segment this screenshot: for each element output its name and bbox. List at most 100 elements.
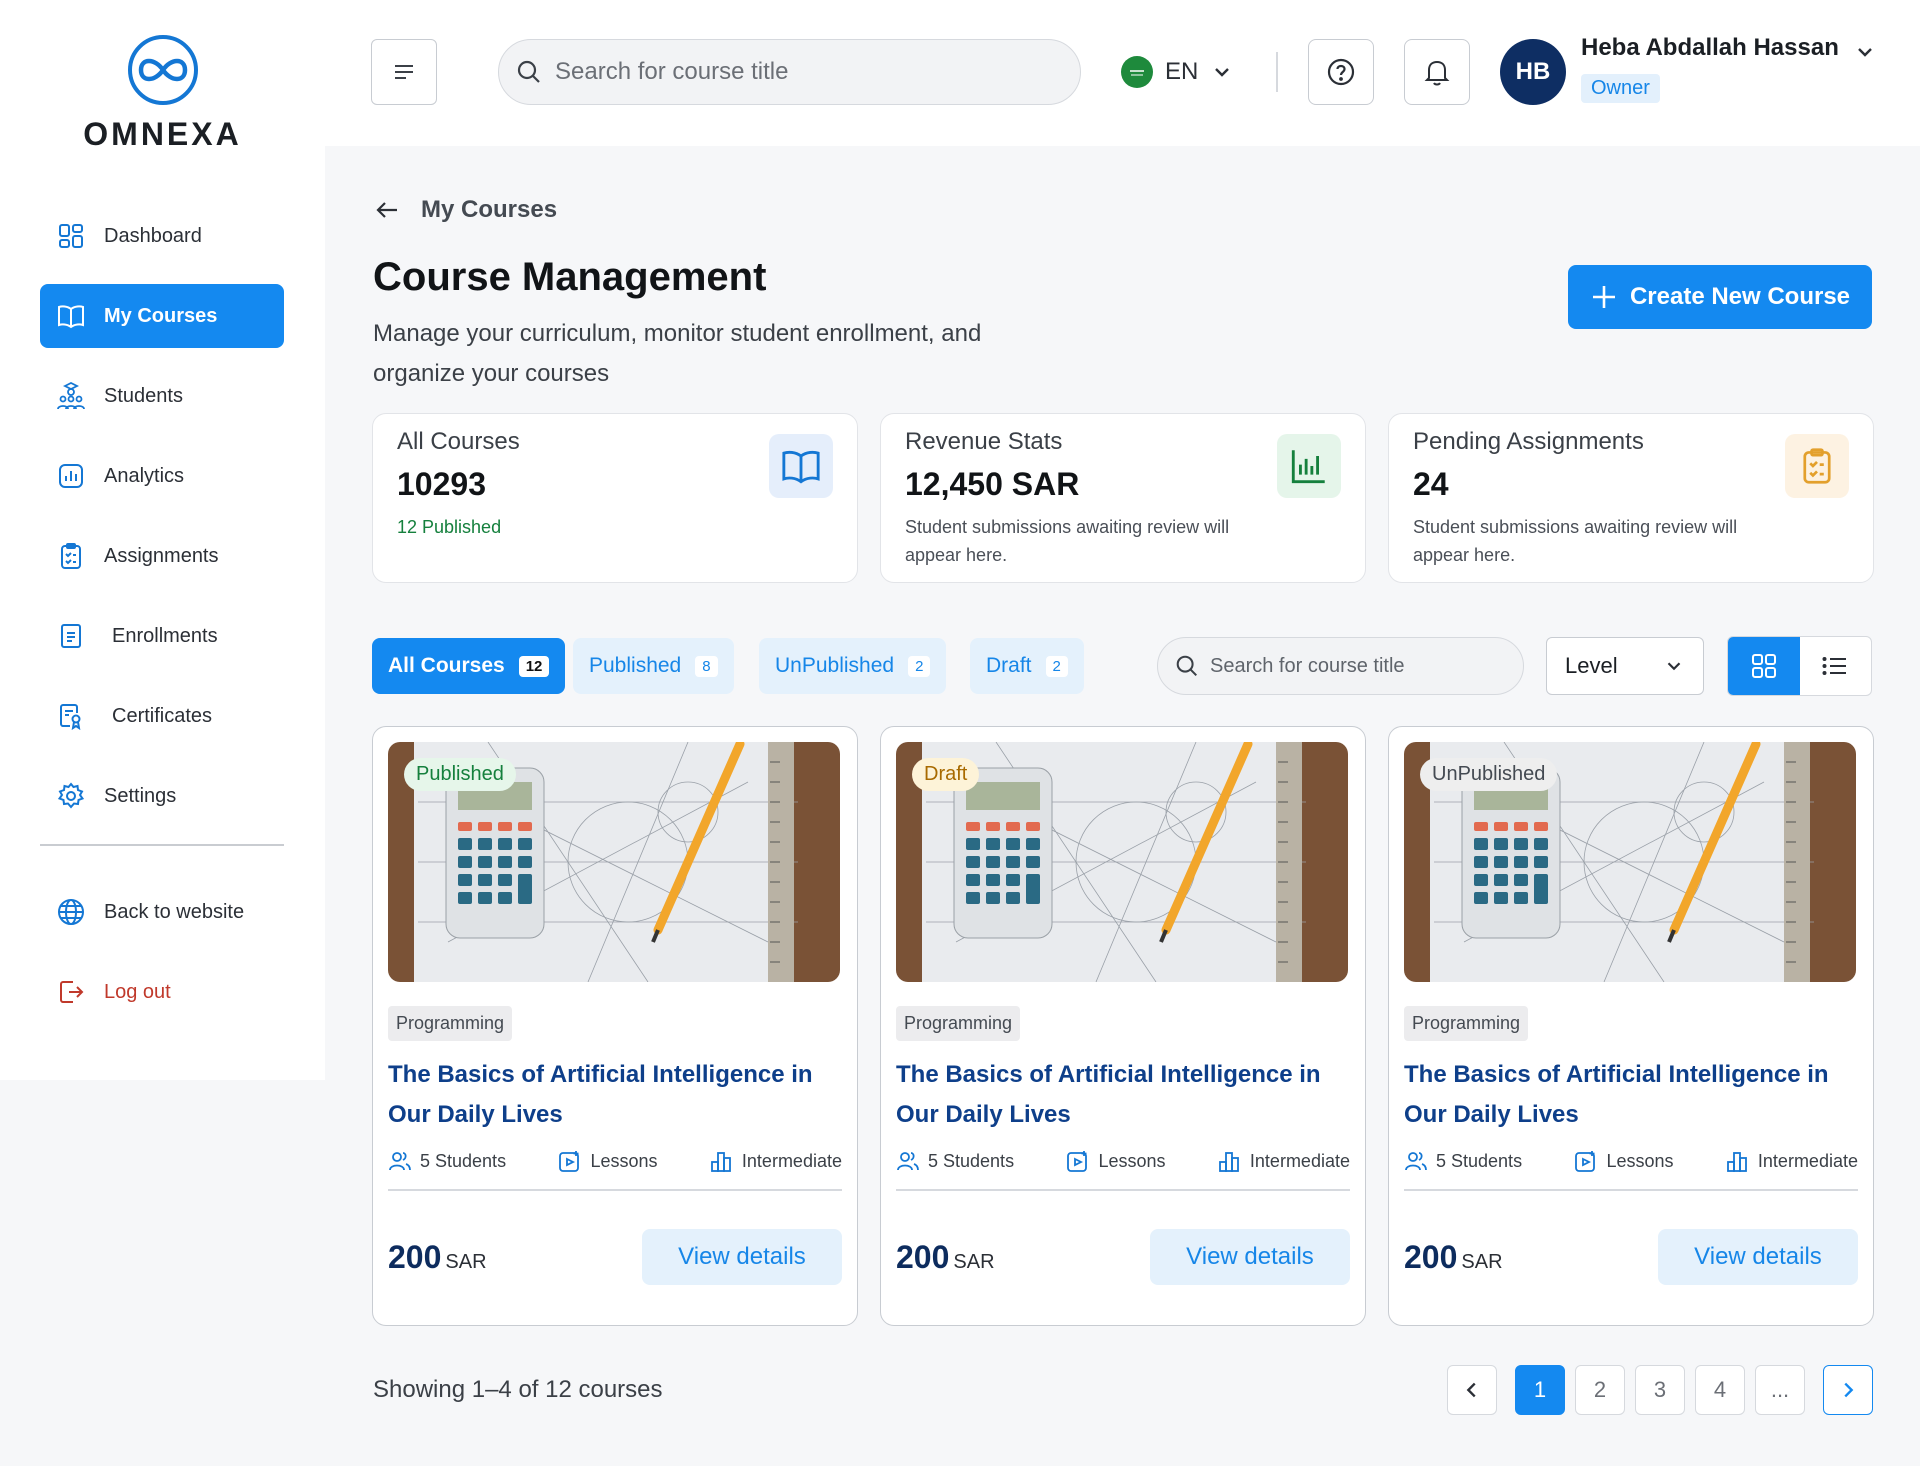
sidebar-item-my-courses[interactable]: My Courses	[40, 284, 284, 348]
bar-chart-icon	[1277, 434, 1341, 498]
sidebar: OMNEXA Dashboard My Courses Students Ana…	[0, 0, 325, 1080]
list-view-button[interactable]	[1800, 637, 1872, 695]
course-card[interactable]: UnPublished Programming The Basics of Ar…	[1388, 726, 1874, 1326]
course-card[interactable]: Published Programming The Basics of Arti…	[372, 726, 858, 1326]
top-search-bar[interactable]	[498, 39, 1081, 105]
view-details-button[interactable]: View details	[1658, 1229, 1858, 1285]
grid-view-button[interactable]	[1728, 637, 1800, 695]
course-price: 200 SAR	[388, 1239, 487, 1276]
prev-page-button[interactable]	[1447, 1365, 1497, 1415]
level-indicator: Intermediate	[1726, 1149, 1858, 1173]
help-icon	[1327, 58, 1355, 86]
bell-icon	[1424, 60, 1450, 86]
course-thumbnail: Draft	[896, 742, 1348, 982]
course-meta: 5 Students Lessons Intermediate	[896, 1149, 1350, 1191]
students-icon	[56, 381, 86, 411]
tab-published[interactable]: Published 8	[573, 638, 734, 694]
course-card[interactable]: Draft Programming The Basics of Artifici…	[880, 726, 1366, 1326]
level-indicator: Intermediate	[710, 1149, 842, 1173]
tab-unpublished[interactable]: UnPublished 2	[759, 638, 947, 694]
level-bars-icon	[1219, 1152, 1239, 1172]
brand-logo[interactable]: OMNEXA	[60, 34, 265, 153]
sidebar-item-analytics[interactable]: Analytics	[40, 444, 284, 508]
create-course-button[interactable]: Create New Course	[1568, 265, 1872, 329]
plus-icon	[1592, 286, 1615, 308]
tab-all-courses[interactable]: All Courses 12	[372, 638, 566, 694]
stat-label: Pending Assignments	[1413, 428, 1644, 455]
user-role-badge: Owner	[1581, 74, 1660, 103]
course-title[interactable]: The Basics of Artificial Intelligence in…	[896, 1055, 1336, 1135]
course-search-bar[interactable]	[1157, 637, 1524, 695]
status-badge: Published	[404, 758, 516, 791]
sidebar-item-label: Enrollments	[112, 624, 218, 647]
price-amount: 200	[388, 1238, 442, 1275]
lessons-label: Lessons	[1098, 1150, 1166, 1171]
saudi-flag-icon	[1121, 56, 1153, 88]
price-currency: SAR	[1461, 1250, 1503, 1273]
pagination: 1 2 3 4 ...	[1447, 1365, 1873, 1415]
users-icon	[389, 1152, 411, 1171]
tab-label: UnPublished	[775, 654, 895, 677]
lessons-count: Lessons	[1574, 1149, 1674, 1173]
course-title[interactable]: The Basics of Artificial Intelligence in…	[388, 1055, 828, 1135]
next-page-button[interactable]	[1823, 1365, 1873, 1415]
course-thumbnail: Published	[388, 742, 840, 982]
pagination-summary: Showing 1–4 of 12 courses	[373, 1376, 663, 1403]
sidebar-item-label: Analytics	[104, 464, 185, 487]
sidebar-item-label: Dashboard	[104, 224, 202, 247]
view-details-button[interactable]: View details	[642, 1229, 842, 1285]
view-details-button[interactable]: View details	[1150, 1229, 1350, 1285]
book-open-icon	[56, 301, 86, 331]
course-search-input[interactable]	[1210, 654, 1510, 678]
tab-draft[interactable]: Draft 2	[970, 638, 1084, 694]
top-search-input[interactable]	[555, 58, 1035, 86]
stat-card-all-courses: All Courses 10293 12 Published	[372, 413, 858, 583]
course-title[interactable]: The Basics of Artificial Intelligence in…	[1404, 1055, 1844, 1135]
page-button-1[interactable]: 1	[1515, 1365, 1565, 1415]
search-icon	[517, 60, 540, 83]
page-button-4[interactable]: 4	[1695, 1365, 1745, 1415]
course-price: 200 SAR	[1404, 1239, 1503, 1276]
level-dropdown[interactable]: Level	[1546, 637, 1704, 695]
status-badge: Draft	[912, 758, 980, 791]
lessons-count: Lessons	[558, 1149, 658, 1173]
sidebar-item-students[interactable]: Students	[40, 364, 284, 428]
language-selector[interactable]: EN	[1121, 56, 1234, 88]
stat-label: Revenue Stats	[905, 428, 1063, 455]
stat-value: 10293	[397, 466, 486, 502]
avatar[interactable]: HB	[1500, 39, 1566, 105]
sidebar-item-dashboard[interactable]: Dashboard	[40, 204, 284, 268]
page-button-3[interactable]: 3	[1635, 1365, 1685, 1415]
lessons-count: Lessons	[1066, 1149, 1166, 1173]
help-button[interactable]	[1308, 39, 1374, 105]
sidebar-item-assignments[interactable]: Assignments	[40, 524, 284, 588]
status-badge: UnPublished	[1420, 758, 1558, 791]
sidebar-item-enrollments[interactable]: Enrollments	[40, 604, 284, 668]
tab-count-badge: 12	[518, 655, 550, 677]
menu-icon	[395, 65, 413, 79]
search-icon	[1176, 655, 1198, 677]
sidebar-item-logout[interactable]: Log out	[40, 960, 284, 1024]
page-title: Course Management	[373, 255, 767, 299]
notifications-button[interactable]	[1404, 39, 1470, 105]
page-subtitle: Manage your curriculum, monitor student …	[373, 320, 982, 387]
breadcrumb[interactable]: My Courses	[373, 196, 557, 224]
level-label: Intermediate	[1757, 1150, 1858, 1171]
language-code: EN	[1165, 58, 1199, 85]
users-icon	[897, 1152, 919, 1171]
page-button-2[interactable]: 2	[1575, 1365, 1625, 1415]
topbar: EN HB Heba Abdallah Hassan Owner	[325, 0, 1920, 146]
user-name[interactable]: Heba Abdallah Hassan	[1581, 34, 1839, 62]
dashboard-icon	[56, 221, 86, 251]
menu-toggle-button[interactable]	[371, 39, 437, 105]
sidebar-item-back-to-website[interactable]: Back to website	[40, 880, 284, 944]
students-label: 5 Students	[928, 1150, 1015, 1171]
tab-count-badge: 2	[1045, 655, 1068, 677]
globe-icon	[56, 897, 86, 927]
chevron-down-icon[interactable]	[1853, 40, 1877, 64]
sidebar-item-certificates[interactable]: Certificates	[40, 684, 284, 748]
stat-note: Student submissions awaiting review will…	[1413, 517, 1738, 565]
sidebar-item-settings[interactable]: Settings	[40, 764, 284, 828]
logout-icon	[56, 977, 86, 1007]
view-toggle	[1727, 636, 1872, 696]
